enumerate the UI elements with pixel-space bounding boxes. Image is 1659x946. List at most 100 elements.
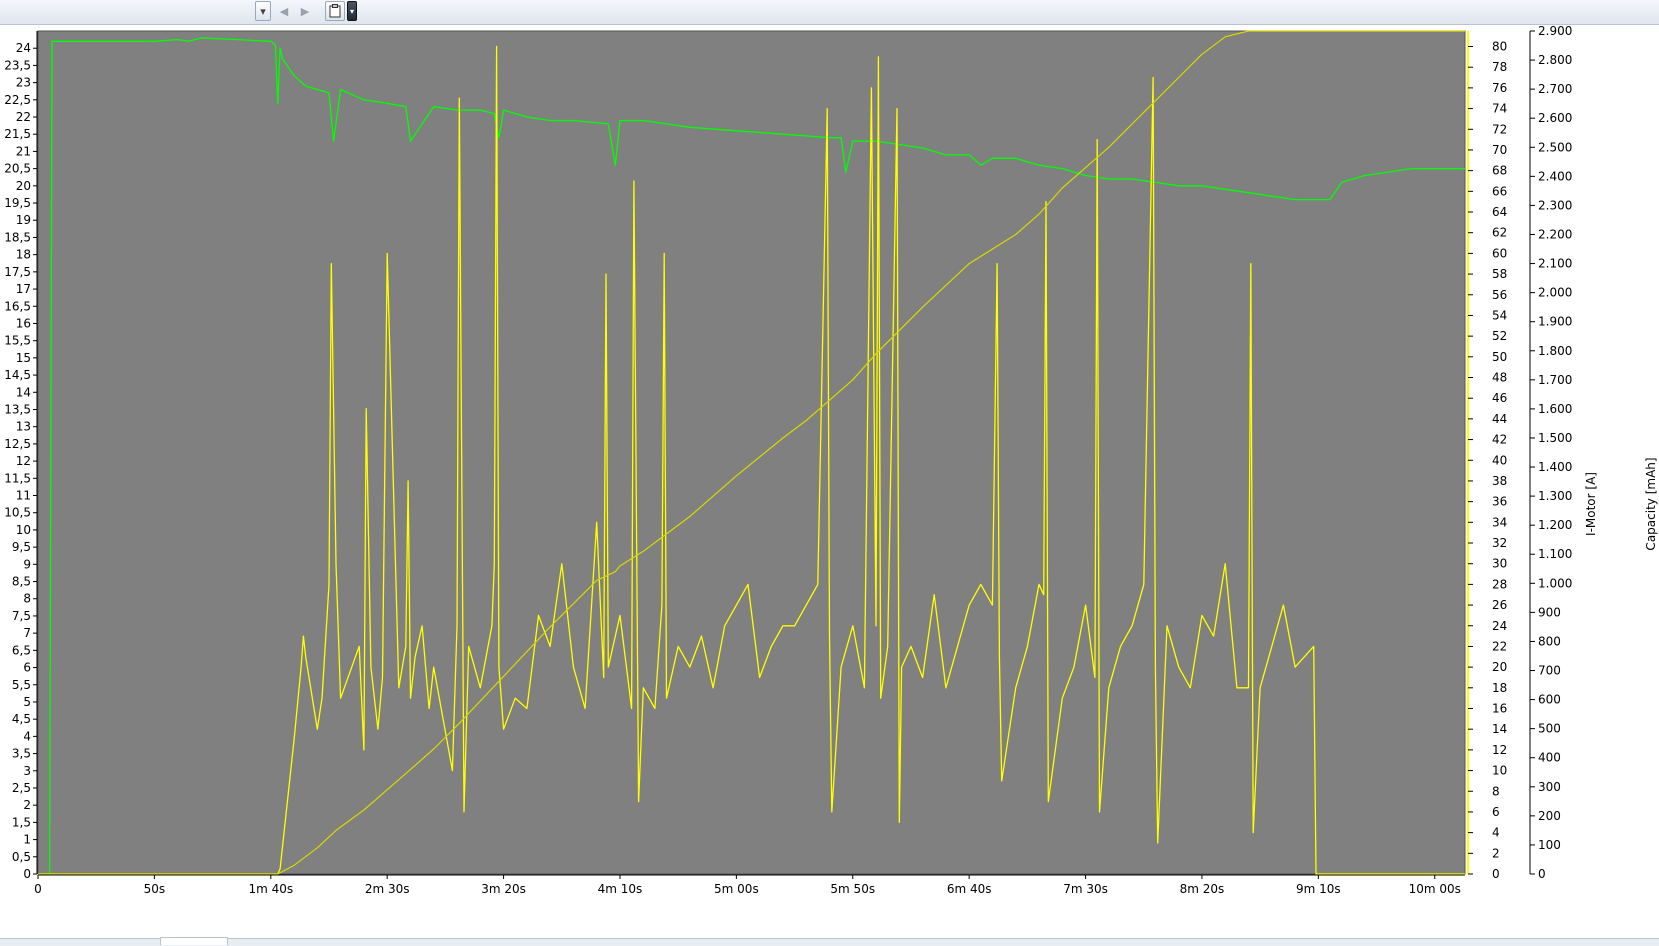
current-axis-tick-label: 38 — [1492, 474, 1507, 488]
current-axis-tick-label: 72 — [1492, 122, 1507, 136]
left-axis-tick-label: 19,5 — [4, 196, 31, 210]
current-axis-tick-label: 78 — [1492, 60, 1507, 74]
left-axis-tick-label: 4,5 — [12, 712, 31, 726]
x-axis-tick-label: 0 — [34, 882, 42, 896]
left-axis-tick-label: 23 — [16, 76, 31, 90]
left-axis-tick-label: 7 — [23, 626, 31, 640]
x-axis-tick-label: 10m 00s — [1409, 882, 1461, 896]
capacity-axis-tick-label: 400 — [1538, 751, 1561, 765]
left-axis-tick-label: 10,5 — [4, 506, 31, 520]
left-axis-tick-label: 5,5 — [12, 678, 31, 692]
left-axis-tick-label: 5 — [23, 695, 31, 709]
left-axis-tick-label: 21 — [16, 144, 31, 158]
current-axis-tick-label: 50 — [1492, 350, 1507, 364]
current-axis-tick-label: 16 — [1492, 702, 1507, 716]
bottom-tab[interactable] — [160, 937, 228, 945]
current-axis-tick-label: 4 — [1492, 826, 1500, 840]
capacity-axis-tick-label: 1.700 — [1538, 373, 1572, 387]
current-axis-tick-label: 46 — [1492, 391, 1507, 405]
left-axis-tick-label: 19 — [16, 213, 31, 227]
current-axis-tick-label: 62 — [1492, 226, 1507, 240]
current-axis-tick-label: 24 — [1492, 619, 1507, 633]
capacity-axis-tick-label: 1.200 — [1538, 518, 1572, 532]
capacity-axis: 0 100 200 300 400 500 600 700 800 900 1.000 1.100 1.… — [1529, 24, 1572, 881]
left-axis-tick-label: 1 — [23, 833, 31, 847]
current-axis-tick-label: 40 — [1492, 453, 1507, 467]
current-axis-tick-label: 6 — [1492, 805, 1500, 819]
current-axis-tick-label: 58 — [1492, 267, 1507, 281]
capacity-axis-tick-label: 800 — [1538, 634, 1561, 648]
capacity-axis-tick-label: 1.400 — [1538, 460, 1572, 474]
left-axis: 00,511,522,533,544,555,566,577,588,599,5… — [4, 31, 38, 881]
current-axis-tick-label: 32 — [1492, 536, 1507, 550]
clipboard-icon — [329, 4, 341, 18]
left-axis-tick-label: 15,5 — [4, 334, 31, 348]
left-axis-tick-label: 23,5 — [4, 58, 31, 72]
left-axis-tick-label: 16,5 — [4, 299, 31, 313]
x-axis-tick-label: 5m 50s — [830, 882, 875, 896]
chevron-down-icon: ▾ — [349, 6, 354, 16]
capacity-axis-tick-label: 600 — [1538, 693, 1561, 707]
left-axis-tick-label: 11,5 — [4, 471, 31, 485]
dropdown-button[interactable]: ▾ — [255, 1, 271, 21]
x-axis-tick-label: 50s — [144, 882, 166, 896]
current-axis-tick-label: 48 — [1492, 371, 1507, 385]
x-axis-tick-label: 9m 10s — [1296, 882, 1341, 896]
left-axis-tick-label: 18,5 — [4, 230, 31, 244]
left-axis-tick-label: 20 — [16, 179, 31, 193]
capacity-axis-tick-label: 700 — [1538, 664, 1561, 678]
capacity-axis-tick-label: 200 — [1538, 809, 1561, 823]
current-axis-tick-label: 56 — [1492, 288, 1507, 302]
current-axis-tick-label: 34 — [1492, 515, 1507, 529]
current-axis-tick-label: 28 — [1492, 577, 1507, 591]
capacity-axis-tick-label: 300 — [1538, 780, 1561, 794]
left-axis-tick-label: 6,5 — [12, 643, 31, 657]
capacity-axis-tick-label: 2.400 — [1538, 169, 1572, 183]
left-axis-tick-label: 9 — [23, 557, 31, 571]
capacity-axis-tick-label: 500 — [1538, 722, 1561, 736]
left-axis-tick-label: 12,5 — [4, 437, 31, 451]
capacity-axis-tick-label: 2.300 — [1538, 198, 1572, 212]
capacity-axis-tick-label: 1.300 — [1538, 489, 1572, 503]
current-axis-tick-label: 0 — [1492, 867, 1500, 881]
left-axis-tick-label: 20,5 — [4, 162, 31, 176]
current-axis-tick-label: 74 — [1492, 102, 1507, 116]
current-axis-tick-label: 36 — [1492, 495, 1507, 509]
capacity-axis-tick-label: 1.000 — [1538, 576, 1572, 590]
left-axis-tick-label: 10 — [16, 523, 31, 537]
current-axis-tick-label: 80 — [1492, 40, 1507, 54]
capacity-axis-title: Capacity [mAh] — [1644, 457, 1658, 550]
capacity-axis-tick-label: 2.200 — [1538, 227, 1572, 241]
clipboard-menu-button[interactable]: ▾ — [347, 1, 357, 21]
current-axis-tick-label: 42 — [1492, 433, 1507, 447]
left-axis-tick-label: 14,5 — [4, 368, 31, 382]
current-axis-tick-label: 64 — [1492, 205, 1507, 219]
current-axis-tick-label: 2 — [1492, 846, 1500, 860]
capacity-axis-tick-label: 1.600 — [1538, 402, 1572, 416]
forward-button[interactable]: ▶ — [296, 1, 314, 21]
capacity-axis-tick-label: 2.800 — [1538, 53, 1572, 67]
left-axis-tick-label: 4 — [23, 729, 31, 743]
left-axis-tick-label: 13,5 — [4, 402, 31, 416]
left-axis-tick-label: 0 — [23, 867, 31, 881]
x-axis-tick-label: 6m 40s — [947, 882, 992, 896]
back-button[interactable]: ◀ — [275, 1, 293, 21]
left-axis-tick-label: 22,5 — [4, 93, 31, 107]
current-axis-tick-label: 12 — [1492, 743, 1507, 757]
capacity-axis-tick-label: 0 — [1538, 867, 1546, 881]
arrow-right-icon: ▶ — [300, 4, 310, 18]
left-axis-tick-label: 22 — [16, 110, 31, 124]
x-axis-tick-label: 2m 30s — [365, 882, 410, 896]
left-axis-tick-label: 15 — [16, 351, 31, 365]
current-axis-title: I-Motor [A] — [1584, 472, 1598, 536]
current-axis-tick-label: 60 — [1492, 246, 1507, 260]
x-axis-tick-label: 5m 00s — [714, 882, 759, 896]
x-axis-tick-label: 3m 20s — [481, 882, 526, 896]
left-axis-tick-label: 6 — [23, 661, 31, 675]
left-axis-tick-label: 1,5 — [12, 815, 31, 829]
capacity-axis-tick-label: 2.100 — [1538, 257, 1572, 271]
clipboard-button[interactable] — [325, 1, 345, 21]
current-axis-tick-label: 30 — [1492, 557, 1507, 571]
current-axis-tick-label: 76 — [1492, 81, 1507, 95]
left-axis-tick-label: 13 — [16, 420, 31, 434]
